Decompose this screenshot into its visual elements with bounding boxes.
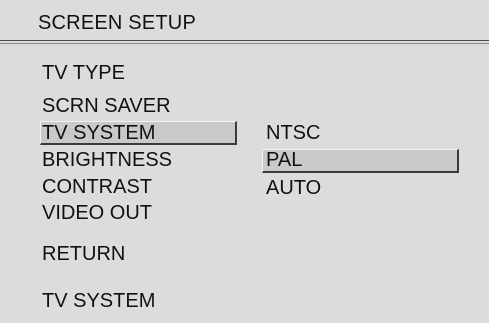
submenu-option-ntsc[interactable]: NTSC [266, 121, 320, 145]
screen-setup-window: SCREEN SETUP TV TYPE SCRN SAVER TV SYSTE… [0, 0, 489, 323]
page-title: SCREEN SETUP [38, 12, 196, 34]
menu-item-video-out[interactable]: VIDEO OUT [42, 201, 152, 225]
menu-item-return[interactable]: RETURN [42, 242, 125, 266]
menu-item-tv-type[interactable]: TV TYPE [42, 61, 125, 85]
submenu-option-auto[interactable]: AUTO [266, 176, 321, 200]
menu-item-brightness[interactable]: BRIGHTNESS [42, 148, 172, 172]
menu-item-contrast[interactable]: CONTRAST [42, 175, 152, 199]
menu-item-scrn-saver[interactable]: SCRN SAVER [42, 94, 171, 118]
menu-item-tv-system[interactable]: TV SYSTEM [42, 121, 155, 145]
submenu-option-pal[interactable]: PAL [266, 148, 302, 172]
status-text: TV SYSTEM [42, 290, 156, 312]
header-divider-top [0, 40, 489, 41]
header-divider-bottom [0, 43, 489, 44]
